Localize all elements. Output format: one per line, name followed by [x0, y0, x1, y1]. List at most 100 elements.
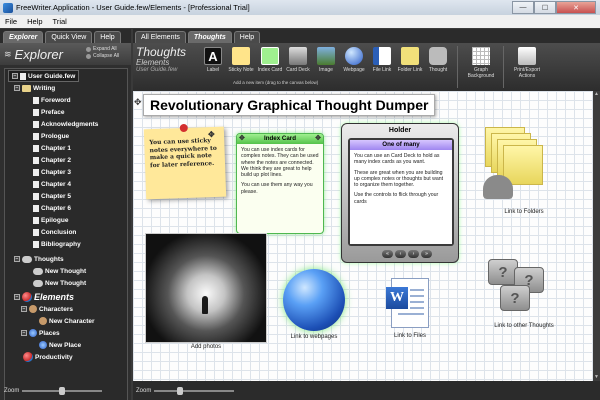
tree-chapter-item[interactable]: Conclusion: [33, 226, 76, 238]
index-card[interactable]: ✥ Index Card ✥ You can use index cards f…: [236, 133, 324, 234]
tree-thoughts[interactable]: − Thoughts: [14, 253, 64, 265]
explorer-title: Explorer: [14, 46, 63, 62]
tree-chapter-item[interactable]: Epilogue: [33, 214, 68, 226]
move-handle-icon[interactable]: ✥: [208, 129, 215, 139]
menu-trial[interactable]: Trial: [48, 17, 72, 26]
tool-card-deck[interactable]: Card Deck: [285, 47, 311, 73]
app-icon: [3, 2, 13, 13]
minimize-button[interactable]: —: [512, 1, 534, 14]
tool-folder-link[interactable]: Folder Link: [397, 47, 423, 73]
collapse-toggle-icon[interactable]: −: [14, 85, 20, 91]
tree-chapter-item[interactable]: Chapter 3: [33, 166, 71, 178]
move-handle-icon[interactable]: ✥: [134, 97, 142, 108]
thought-link-icon[interactable]: ? ? ?: [488, 259, 550, 315]
maximize-button[interactable]: ☐: [534, 1, 556, 14]
tree-character-item[interactable]: New Character: [39, 315, 95, 327]
move-handle-icon[interactable]: ✥: [239, 134, 245, 144]
tool-sticky-note[interactable]: Sticky Note: [228, 47, 254, 73]
collapse-toggle-icon[interactable]: −: [14, 294, 20, 300]
last-card-button[interactable]: »: [421, 250, 432, 258]
tree-characters[interactable]: − Characters: [21, 303, 73, 315]
scroll-down-icon[interactable]: ▼: [593, 374, 600, 381]
collapse-toggle-icon[interactable]: −: [12, 73, 18, 79]
tree-places[interactable]: − Places: [21, 327, 60, 339]
tab-explorer[interactable]: Explorer: [3, 31, 44, 43]
canvas-heading-label[interactable]: Revolutionary Graphical Thought Dumper: [143, 94, 436, 116]
tool-thought[interactable]: Thought: [425, 47, 451, 73]
tree-chapter-item[interactable]: Chapter 6: [33, 202, 71, 214]
thought-canvas[interactable]: ✥ Revolutionary Graphical Thought Dumper…: [133, 91, 593, 381]
close-button[interactable]: ✕: [556, 1, 596, 14]
menu-file[interactable]: File: [0, 17, 22, 26]
tree-elements[interactable]: − Elements: [14, 291, 74, 303]
scroll-up-icon[interactable]: ▲: [593, 91, 600, 98]
tree-chapter-item[interactable]: Bibliography: [33, 238, 81, 250]
tree-thought-item[interactable]: New Thought: [33, 265, 86, 277]
tab-help-left[interactable]: Help: [94, 31, 121, 43]
tab-thoughts[interactable]: Thoughts: [187, 31, 232, 43]
tree-chapter-item[interactable]: Preface: [33, 106, 65, 118]
document-icon: [33, 228, 39, 236]
expand-all-button[interactable]: Expand All: [86, 46, 119, 53]
canvas-scrollbar[interactable]: ▲ ▼: [593, 91, 600, 381]
document-icon: [33, 108, 39, 116]
webpage-caption: Link to webpages: [290, 334, 338, 340]
sticky-note-tool-icon: [232, 47, 250, 65]
tree-chapter-item[interactable]: Chapter 1: [33, 142, 71, 154]
silhouette-figure: [202, 296, 208, 314]
print-export-button[interactable]: Print/Export Actions: [507, 47, 547, 79]
canvas-zoom-thumb[interactable]: [176, 386, 183, 395]
tree-chapter-item[interactable]: Chapter 5: [33, 190, 71, 202]
first-card-button[interactable]: «: [382, 250, 393, 258]
next-card-button[interactable]: ›: [408, 250, 419, 258]
collapse-toggle-icon[interactable]: −: [21, 330, 27, 336]
word-file-icon[interactable]: W: [386, 278, 429, 328]
sticky-note[interactable]: ✥ You can use sticky notes everywhere to…: [143, 123, 227, 200]
tree-chapter-item[interactable]: Foreword: [33, 94, 71, 106]
tab-quick-view[interactable]: Quick View: [45, 31, 93, 43]
webpage-globe-icon[interactable]: [283, 269, 345, 331]
document-icon: [33, 180, 39, 188]
zoom-slider-thumb[interactable]: [59, 387, 66, 395]
tree-productivity[interactable]: Productivity: [23, 351, 73, 363]
productivity-icon: [23, 352, 33, 362]
tree-chapter-item[interactable]: Prologue: [33, 130, 69, 142]
zoom-label: Zoom: [4, 388, 20, 394]
image-tool-icon: [317, 47, 335, 65]
word-logo-icon: W: [386, 287, 408, 309]
tool-label[interactable]: A Label: [200, 47, 226, 73]
explorer-tree[interactable]: − User Guide.few − Writing Foreword Pref…: [4, 68, 128, 400]
tree-writing[interactable]: − Writing: [14, 82, 55, 94]
tree-place-item[interactable]: New Place: [39, 339, 81, 351]
collapse-toggle-icon[interactable]: −: [14, 256, 20, 262]
tool-index-card[interactable]: Index Card: [257, 47, 283, 73]
card-deck-holder[interactable]: Holder One of many You can use an Card D…: [341, 123, 459, 263]
tool-image[interactable]: Image: [313, 47, 339, 73]
thoughts-ribbon: Thoughts Elements User Guide.few A Label…: [133, 43, 600, 91]
move-handle-icon[interactable]: ✥: [315, 134, 321, 144]
graph-background-button[interactable]: Graph Background: [461, 47, 501, 79]
tab-all-elements[interactable]: All Elements: [135, 31, 186, 43]
menu-help[interactable]: Help: [22, 17, 47, 26]
holder-title: Holder: [388, 127, 412, 134]
title-bar: FreeWriter.Application - User Guide.few/…: [0, 0, 600, 15]
collapse-all-button[interactable]: Collapse All: [86, 53, 119, 60]
tree-chapter-item[interactable]: Chapter 2: [33, 154, 71, 166]
document-icon: [33, 132, 39, 140]
deck-navigation: « ‹ › »: [382, 250, 432, 258]
tree-root[interactable]: − User Guide.few: [8, 70, 80, 82]
previous-card-button[interactable]: ‹: [395, 250, 406, 258]
folder-link-icon[interactable]: [483, 127, 547, 205]
tree-chapter-item[interactable]: Chapter 4: [33, 178, 71, 190]
tree-thought-item[interactable]: New Thought: [33, 277, 86, 289]
tool-webpage[interactable]: Webpage: [341, 47, 367, 73]
tree-chapter-item[interactable]: Acknowledgments: [33, 118, 98, 130]
document-icon: [33, 204, 39, 212]
tool-file-link[interactable]: File Link: [369, 47, 395, 73]
collapse-toggle-icon[interactable]: −: [21, 306, 27, 312]
photo-image[interactable]: [145, 233, 267, 343]
tab-help-right[interactable]: Help: [233, 31, 261, 43]
zoom-slider[interactable]: [22, 387, 103, 395]
canvas-zoom-slider[interactable]: [154, 386, 235, 395]
people-icon: [29, 305, 37, 313]
